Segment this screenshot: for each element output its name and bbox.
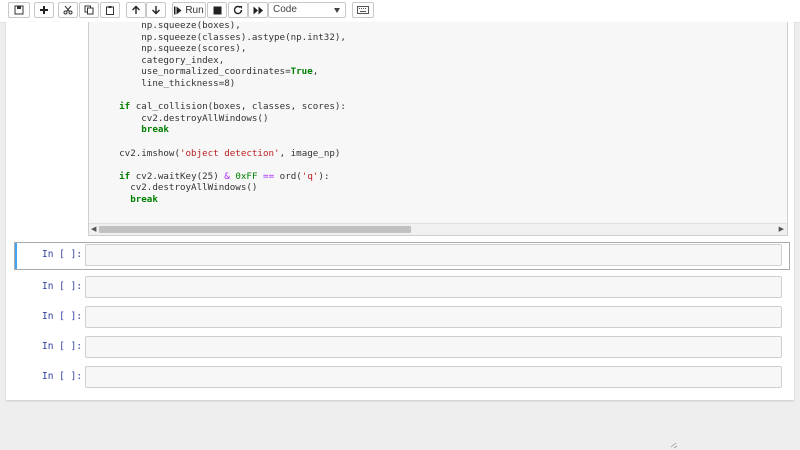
restart-run-all-button[interactable] — [248, 2, 268, 18]
move-down-button[interactable] — [146, 2, 166, 18]
stop-icon — [213, 6, 221, 14]
code-line: break — [141, 124, 169, 136]
cell-input-area[interactable] — [85, 244, 782, 266]
move-up-button[interactable] — [126, 2, 146, 18]
cell-prompt: In [ ]: — [42, 249, 83, 260]
horizontal-scrollbar[interactable]: ◀ ▶ — [89, 223, 787, 235]
code-cell-input[interactable]: np.squeeze(boxes), np.squeeze(classes).a… — [88, 20, 788, 236]
cell-input-area[interactable] — [85, 336, 782, 358]
copy-button[interactable] — [79, 2, 99, 18]
notebook-cell[interactable]: In [ ]: — [14, 334, 790, 360]
arrow-up-icon — [132, 5, 140, 14]
cell-type-value: Code — [273, 4, 297, 15]
cell-prompt: In [ ]: — [42, 341, 83, 352]
code-line: np.squeeze(classes).astype(np.int32), — [97, 31, 346, 43]
cell-input-area[interactable] — [85, 306, 782, 328]
run-button-label: Run — [185, 4, 204, 16]
plus-icon — [40, 6, 48, 14]
code-line: break — [130, 193, 158, 205]
notebook-cell[interactable]: In [ ]: — [14, 304, 790, 330]
code-line: cv2.imshow('object detection', image_np) — [97, 147, 341, 159]
copy-icon — [84, 5, 94, 15]
keyboard-icon — [357, 6, 369, 14]
paste-button[interactable] — [100, 2, 120, 18]
code-line: cv2.destroyAllWindows() — [97, 112, 269, 124]
notebook-cell[interactable]: In [ ]: — [14, 364, 790, 390]
chevron-down-icon — [334, 8, 340, 13]
fast-forward-icon — [253, 6, 263, 14]
step-forward-icon — [174, 6, 182, 14]
cell-prompt: In [ ]: — [42, 371, 83, 382]
code-line: cv2.destroyAllWindows() — [97, 182, 258, 194]
notebook-panel: np.squeeze(boxes), np.squeeze(classes).a… — [6, 20, 794, 400]
command-palette-button[interactable] — [352, 2, 374, 18]
scroll-left-icon[interactable]: ◀ — [91, 225, 96, 233]
cut-button[interactable] — [58, 2, 78, 18]
cell-prompt: In [ ]: — [42, 311, 83, 322]
code-line: if cv2.waitKey(25) & 0xFF == ord('q'): — [119, 170, 330, 182]
code-line: np.squeeze(scores), — [97, 43, 247, 55]
notebook-cell[interactable]: In [ ]: — [14, 242, 790, 270]
interrupt-button[interactable] — [207, 2, 227, 18]
scrollbar-thumb[interactable] — [99, 226, 411, 233]
code-line: line_thickness=8) — [97, 77, 236, 89]
run-button[interactable]: Run — [172, 2, 206, 18]
refresh-icon — [233, 5, 243, 15]
arrow-down-icon — [152, 6, 160, 15]
code-line: use_normalized_coordinates=True, — [97, 66, 319, 78]
restart-button[interactable] — [228, 2, 248, 18]
cell-input-area[interactable] — [85, 366, 782, 388]
save-button[interactable] — [8, 2, 30, 18]
floppy-disk-icon — [14, 5, 24, 15]
cell-prompt: In [ ]: — [42, 281, 83, 292]
scissors-icon — [63, 5, 73, 15]
code-editor[interactable]: np.squeeze(boxes), np.squeeze(classes).a… — [97, 20, 346, 206]
clipboard-icon — [106, 6, 114, 15]
notebook-cell[interactable]: In [ ]: — [14, 274, 790, 300]
insert-cell-button[interactable] — [34, 2, 54, 18]
code-line: if cal_collision(boxes, classes, scores)… — [119, 101, 346, 113]
mouse-cursor-icon — [670, 442, 678, 449]
code-line: category_index, — [97, 54, 225, 66]
cell-type-select[interactable]: Code — [268, 2, 346, 18]
cell-input-area[interactable] — [85, 276, 782, 298]
code-line: np.squeeze(boxes), — [97, 20, 241, 31]
scroll-right-icon[interactable]: ▶ — [779, 225, 784, 233]
